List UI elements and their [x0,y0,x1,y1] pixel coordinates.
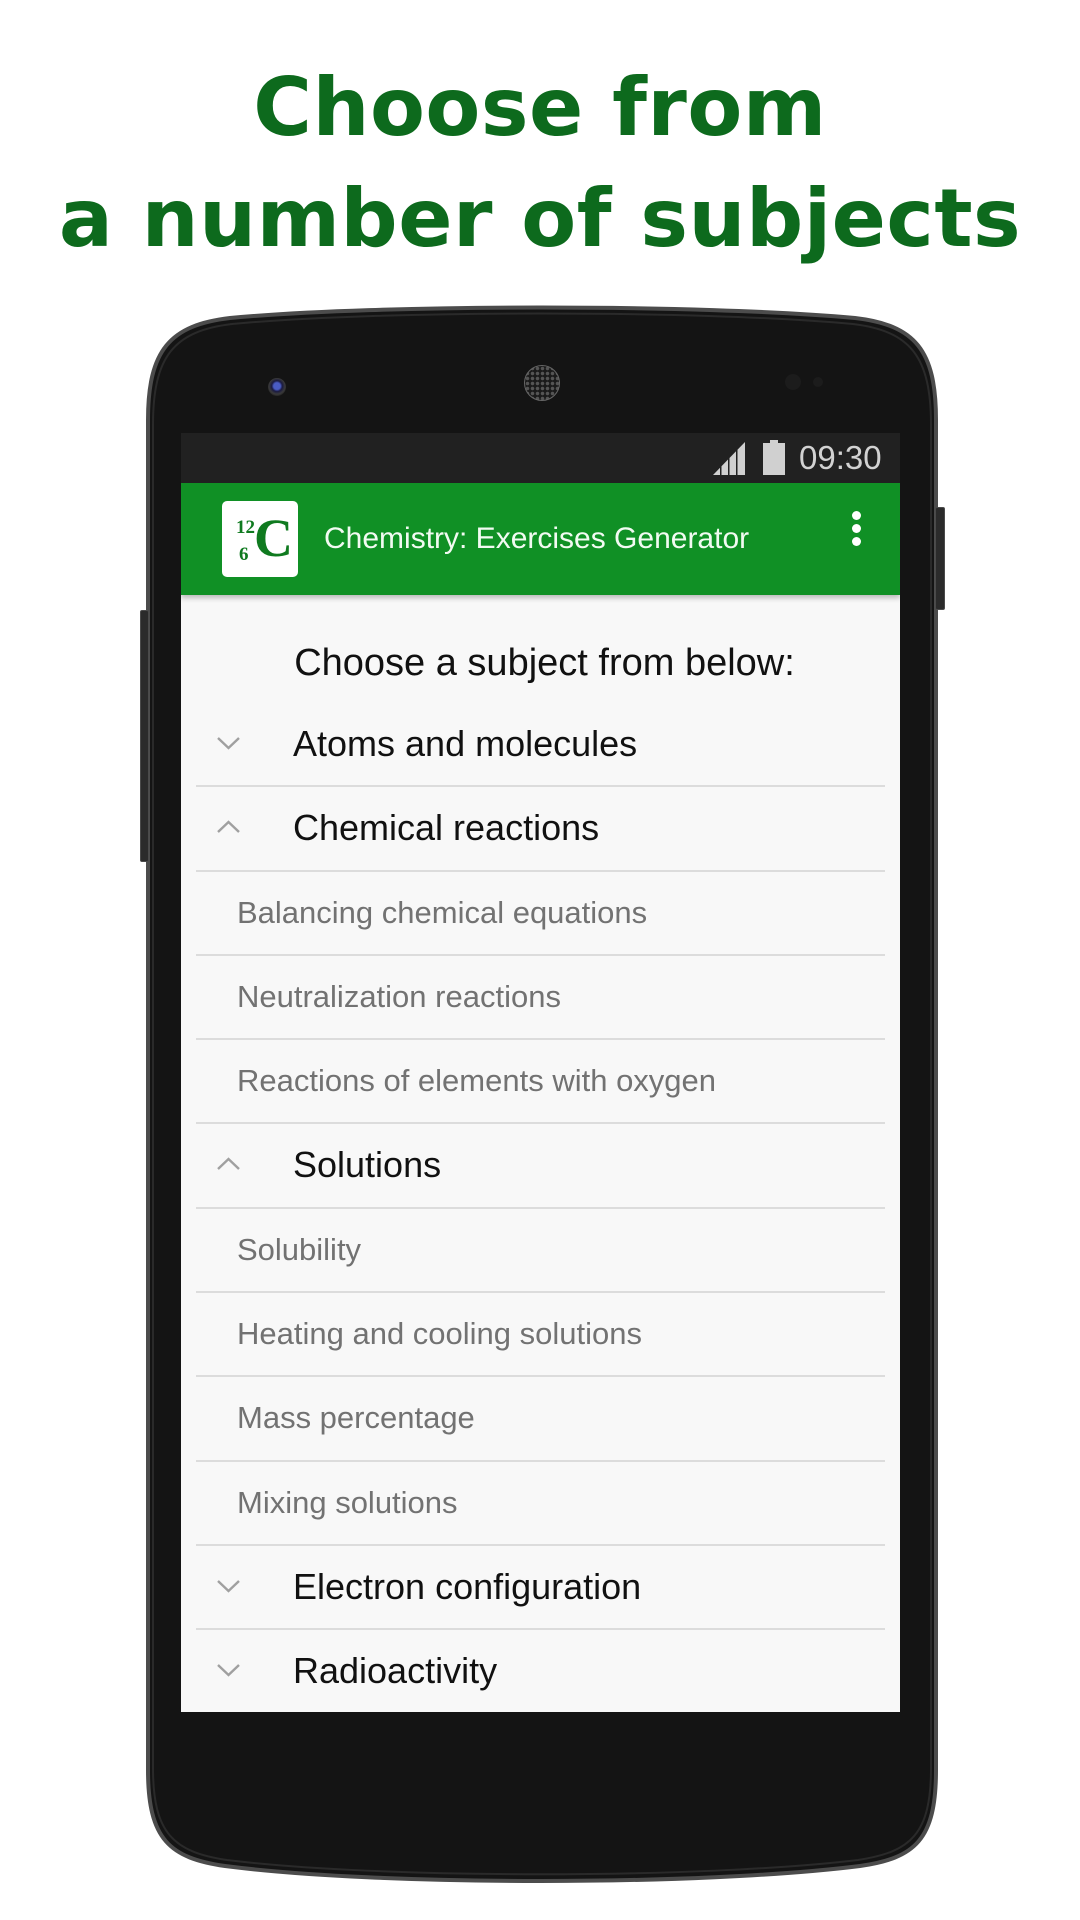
exercise-item-row[interactable]: Solubility [196,1209,885,1294]
subject-group-label: Atoms and molecules [293,723,638,764]
chevron-down-icon [217,1580,240,1593]
subject-group-row[interactable]: Atoms and molecules [196,703,885,788]
power-button [935,507,945,610]
exercise-item-label: Neutralization reactions [237,978,561,1014]
exercise-item-row[interactable]: Reactions of elements with oxygen [196,1040,885,1125]
logo-atomic-number: 6 [239,544,249,565]
phone-screen: 09:30 12 6 C Chemistry: Exercises Genera… [181,433,900,1712]
volume-button [140,610,149,862]
exercise-item-label: Balancing chemical equations [237,894,648,930]
chevron-down-icon [217,1664,240,1677]
app-bar: 12 6 C Chemistry: Exercises Generator [181,483,900,595]
signal-icon [713,442,745,475]
chevron-down-icon [217,737,240,750]
subject-group-label: Chemical reactions [293,807,600,849]
logo-mass-number: 12 [236,517,255,538]
menu-dot [852,537,861,546]
subject-list: Atoms and molecules Chemical reactions B… [196,703,885,1712]
subject-group-row[interactable]: Solutions [196,1124,885,1209]
chevron-up-icon [217,820,240,834]
exercise-item-row[interactable]: Mass percentage [196,1377,885,1462]
exercise-item-label: Solubility [237,1231,362,1267]
menu-dot [852,511,861,520]
front-camera-icon [268,378,286,396]
menu-dot [852,524,861,533]
logo-element-symbol: C [254,508,293,568]
earpiece-speaker-icon [524,365,560,401]
subject-group-row[interactable]: Chemical reactions [196,787,885,872]
subject-group-label: Electron configuration [293,1565,642,1607]
battery-icon [763,440,785,475]
exercise-item-label: Mass percentage [237,1400,475,1436]
subject-group-row[interactable]: Electron configuration [196,1546,885,1631]
exercise-item-row[interactable]: Balancing chemical equations [196,872,885,956]
subject-group-label: Solutions [293,1144,442,1186]
exercise-item-row[interactable]: Heating and cooling solutions [196,1293,885,1378]
proximity-sensor-icon [785,374,801,390]
exercise-item-label: Heating and cooling solutions [237,1316,642,1352]
exercise-item-row[interactable]: Mixing solutions [196,1462,885,1546]
app-title: Chemistry: Exercises Generator [324,522,750,555]
subject-group-row[interactable]: Radioactivity [196,1630,885,1712]
exercise-item-row[interactable]: Neutralization reactions [196,956,885,1041]
exercise-item-label: Mixing solutions [237,1484,458,1520]
subject-prompt: Choose a subject from below: [294,642,795,684]
overflow-menu-icon[interactable] [841,509,871,569]
status-bar: 09:30 [181,433,900,483]
light-sensor-icon [813,377,823,387]
status-time: 09:30 [799,439,882,476]
exercise-item-label: Reactions of elements with oxygen [237,1063,717,1099]
app-logo-icon: 12 6 C [222,501,298,577]
subject-group-label: Radioactivity [293,1650,498,1692]
chevron-up-icon [217,1157,240,1171]
subject-list-container: Choose a subject from below: Atoms and m… [181,595,900,1712]
